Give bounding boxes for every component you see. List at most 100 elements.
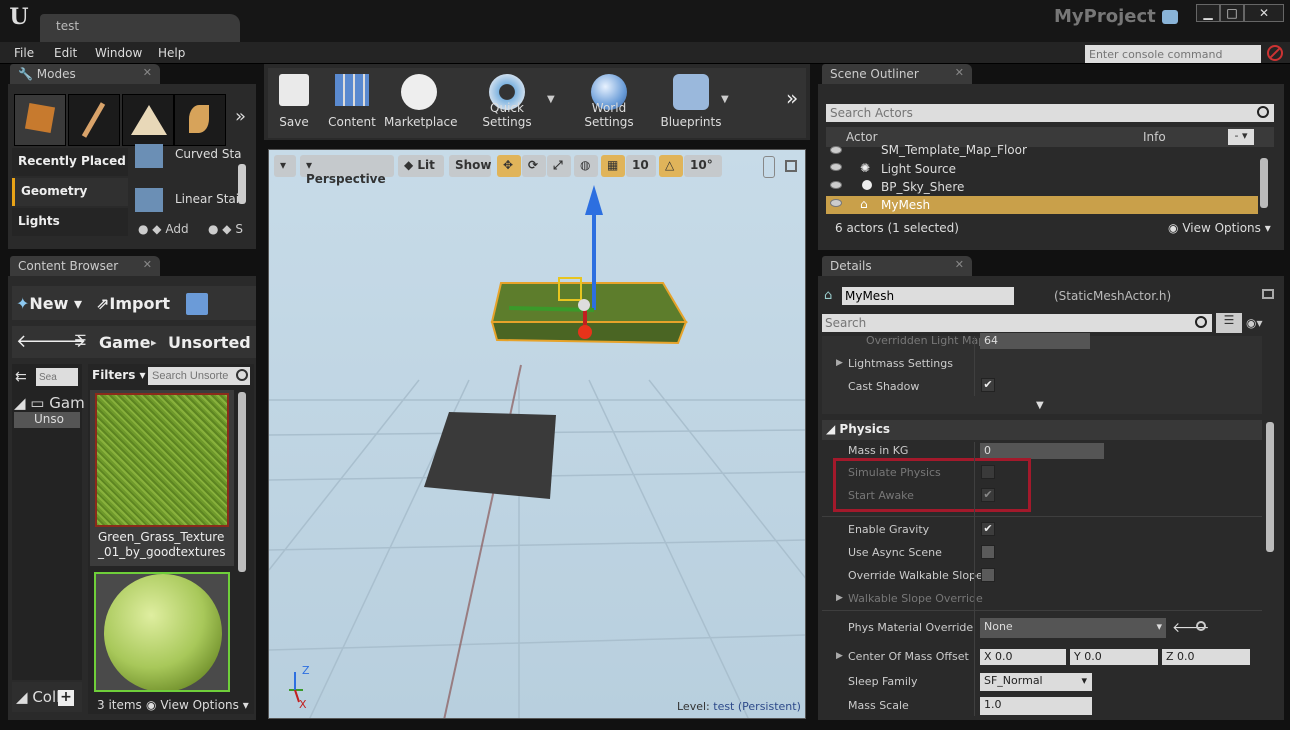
chevron-down-icon[interactable]: ▼ [547, 94, 555, 105]
outliner-view-options[interactable]: ◉ View Options ▾ [1168, 221, 1271, 235]
menu-file[interactable]: File [14, 46, 34, 60]
save-all-icon[interactable] [186, 293, 208, 315]
mode-place[interactable] [14, 94, 66, 146]
more-tools-icon[interactable]: » [786, 86, 798, 110]
viewport-scroll-icon[interactable] [763, 156, 775, 178]
asset-curved-stair[interactable]: Curved Sta [175, 147, 242, 161]
scrollbar[interactable] [238, 164, 246, 204]
rotate-tool-icon[interactable]: ⟳ [522, 155, 546, 177]
menu-edit[interactable]: Edit [54, 46, 77, 60]
chevron-down-icon[interactable]: ▼ [721, 94, 729, 105]
add-option[interactable]: ● ◆ Add [138, 222, 189, 236]
grid-snap-value[interactable]: 10 [626, 155, 656, 177]
folder-search-input[interactable] [36, 368, 78, 386]
list-item[interactable]: BP_Sky_Shere [826, 178, 1258, 196]
use-async-scene-checkbox[interactable] [981, 545, 995, 559]
category-lights[interactable]: Lights [12, 208, 128, 236]
floor-mesh[interactable] [424, 412, 556, 499]
menu-window[interactable]: Window [95, 46, 142, 60]
world-settings-button[interactable]: World Settings [566, 70, 652, 132]
mass-value[interactable]: 0 [980, 443, 1104, 459]
eye-icon[interactable] [830, 181, 842, 189]
phys-material-dropdown[interactable]: None ▾ [980, 618, 1166, 638]
mode-landscape[interactable] [122, 94, 174, 146]
asset-tile[interactable]: Green_Grass_Texture_01_by_goodtextures [90, 390, 234, 566]
expander-icon[interactable]: ▶ [836, 651, 843, 661]
gizmo-center[interactable] [578, 299, 590, 311]
blueprints-button[interactable]: Blueprints [660, 70, 722, 132]
actor-class[interactable]: (StaticMeshActor.h) [1054, 289, 1171, 303]
level-viewport[interactable]: Z X ▾ ▾ Perspective ◆ Lit Show ✥ ⟳ ⤢ ◍ ▦… [268, 149, 806, 719]
eye-icon[interactable] [830, 199, 842, 207]
eye-icon[interactable] [830, 146, 842, 154]
list-item[interactable]: ⌂ MyMesh [826, 196, 1258, 214]
tab-modes[interactable]: 🔧 Modes ✕ [10, 64, 160, 84]
expander-icon[interactable]: ▶ [836, 593, 843, 603]
prop-lightmass-settings[interactable]: Lightmass Settings [848, 357, 953, 370]
outliner-scrollbar[interactable] [1260, 158, 1268, 208]
close-icon[interactable]: ✕ [955, 258, 964, 271]
stop-icon[interactable] [1267, 45, 1283, 61]
details-view-options[interactable]: ◉▾ [1246, 316, 1263, 330]
tab-scene-outliner[interactable]: Scene Outliner ✕ [822, 64, 972, 84]
asset-tile[interactable] [94, 572, 230, 692]
actor-search-input[interactable] [826, 104, 1274, 122]
more-modes-icon[interactable]: » [235, 106, 246, 127]
cast-shadow-checkbox[interactable]: ✔ [981, 378, 995, 392]
asset-scrollbar[interactable] [238, 392, 246, 572]
import-button[interactable]: ⇗Import [96, 294, 170, 313]
enable-gravity-checkbox[interactable]: ✔ [981, 522, 995, 536]
scale-tool-icon[interactable]: ⤢ [547, 155, 571, 177]
column-info[interactable]: Info [1143, 130, 1166, 144]
expander-icon[interactable]: ▶ [836, 358, 843, 368]
subtract-option[interactable]: ● ◆ S [208, 222, 243, 236]
list-item[interactable]: SM_Template_Map_Floor [826, 143, 1258, 161]
expand-advanced-icon[interactable]: ▼ [1036, 400, 1044, 411]
list-icon[interactable]: ☰ [74, 333, 87, 349]
collapse-tree-icon[interactable]: ⇇ [15, 369, 27, 385]
sleep-family-dropdown[interactable]: SF_Normal ▾ [980, 673, 1092, 691]
details-search-input[interactable] [822, 314, 1212, 332]
property-matrix-icon[interactable]: ☰ [1216, 313, 1242, 333]
maximize-button[interactable]: □ [1220, 4, 1244, 22]
new-button[interactable]: ✦New ▾ [16, 294, 82, 313]
eye-icon[interactable] [830, 163, 842, 171]
prop-center-of-mass-offset[interactable]: Center Of Mass Offset [848, 650, 969, 663]
com-y-field[interactable]: Y 0.0 [1070, 649, 1158, 665]
mode-paint[interactable] [68, 94, 120, 146]
asset-search-input[interactable] [148, 367, 250, 385]
lit-button[interactable]: ◆ Lit [398, 155, 444, 177]
add-collection-icon[interactable]: + [58, 690, 74, 706]
light-map-value[interactable]: 64 [980, 333, 1090, 349]
world-space-icon[interactable]: ◍ [574, 155, 598, 177]
category-geometry[interactable]: Geometry [12, 178, 128, 206]
grid-snap-icon[interactable]: ▦ [601, 155, 625, 177]
close-icon[interactable]: ✕ [955, 66, 964, 79]
mode-foliage[interactable] [174, 94, 226, 146]
perspective-button[interactable]: ▾ Perspective [300, 155, 394, 186]
tab-content-browser[interactable]: Content Browser ✕ [10, 256, 160, 276]
console-command-input[interactable] [1085, 45, 1261, 63]
prop-walkable-slope-override[interactable]: Walkable Slope Override [848, 592, 983, 605]
path-segment-unsorted[interactable]: Unsorted [168, 333, 251, 352]
tree-item-unsorted[interactable]: Unso [14, 412, 80, 428]
actor-name-field[interactable] [842, 287, 1014, 305]
view-options-button[interactable]: ◉ View Options ▾ [146, 698, 249, 712]
maximize-viewport-icon[interactable] [785, 160, 797, 172]
tree-item-game[interactable]: ◢ ▭ Gam [14, 394, 85, 412]
close-icon[interactable]: ✕ [143, 66, 152, 79]
tab-details[interactable]: Details ✕ [822, 256, 972, 276]
list-item[interactable]: ✺ Light Source [826, 160, 1258, 178]
gizmo-z-arrow[interactable] [585, 185, 603, 215]
column-actor[interactable]: Actor [846, 130, 878, 144]
com-x-field[interactable]: X 0.0 [980, 649, 1066, 665]
browse-search-icon[interactable] [1196, 621, 1206, 631]
filters-button[interactable]: Filters ▾ [92, 368, 146, 382]
marketplace-button[interactable]: Marketplace [384, 70, 458, 132]
viewport-options-button[interactable]: ▾ [274, 155, 296, 177]
asset-linear-stair[interactable]: Linear Stair [175, 192, 244, 206]
menu-help[interactable]: Help [158, 46, 185, 60]
rotation-snap-value[interactable]: 10° [684, 155, 722, 177]
gizmo-x-handle[interactable] [578, 325, 592, 339]
mass-scale-field[interactable]: 1.0 [980, 697, 1092, 715]
